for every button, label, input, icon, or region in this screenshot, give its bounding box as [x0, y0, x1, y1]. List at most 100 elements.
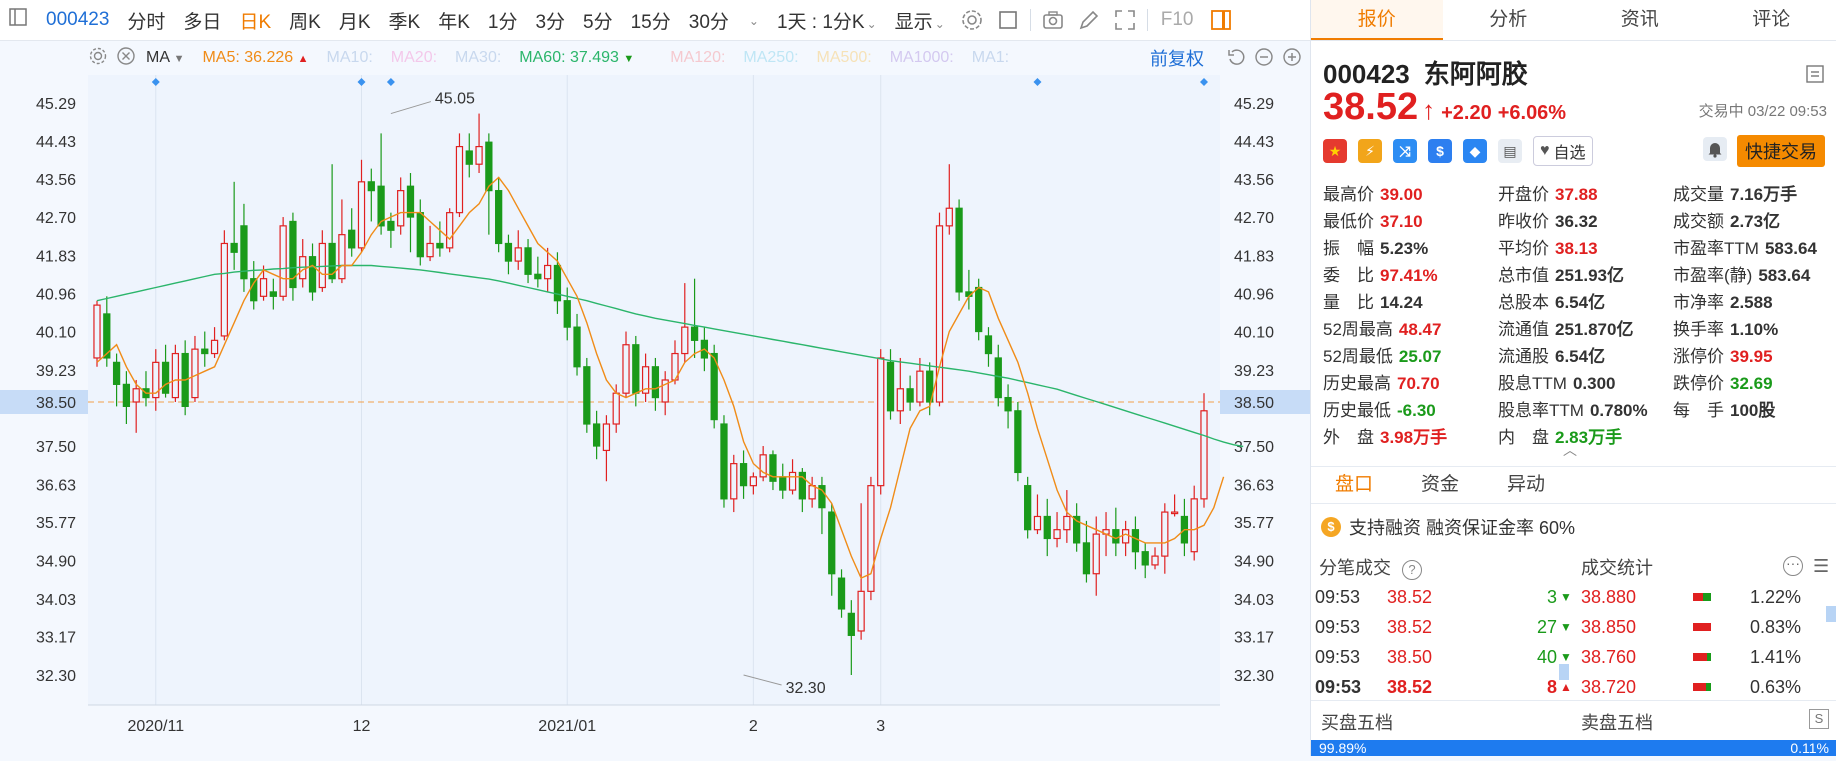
- up-triangle-icon: ▲: [1557, 680, 1575, 694]
- dist-scrollbar[interactable]: [1826, 606, 1836, 622]
- kline-chart[interactable]: 45.2945.2944.4344.4343.5643.5642.7042.70…: [0, 75, 1310, 756]
- period-tab[interactable]: 1分: [479, 7, 527, 34]
- fullscreen-icon[interactable]: [1113, 8, 1137, 32]
- candle-up: [613, 393, 619, 424]
- y-tick-label-left: 35.77: [36, 515, 76, 532]
- ticks-scrollbar[interactable]: [1559, 664, 1569, 680]
- pencil-icon[interactable]: [1077, 8, 1101, 32]
- trade-distribution[interactable]: 38.8801.22%38.8500.83%38.7601.41%38.7200…: [1581, 582, 1831, 702]
- stat-value: 6.54亿: [1555, 347, 1605, 366]
- collapse-stats-icon[interactable]: ︿: [1563, 440, 1577, 460]
- y-tick-label-left: 36.63: [36, 477, 76, 494]
- tick-row: 09:5338.523▼: [1315, 582, 1575, 612]
- ma-indicator-bar: MA ▼ MA5: 36.226 ▲ MA10: MA20: MA30: MA6…: [0, 41, 1220, 75]
- add-watchlist-button[interactable]: ♥自选: [1533, 136, 1593, 166]
- tab-anomaly[interactable]: 异动: [1483, 467, 1569, 503]
- y-tick-label-right: 35.77: [1234, 515, 1274, 532]
- period-tab[interactable]: 年K: [429, 7, 479, 34]
- candle-up: [358, 182, 364, 248]
- y-tick-label-left: 40.96: [36, 287, 76, 304]
- ma5-value: MA5: 36.226 ▲: [202, 49, 308, 67]
- ma-type-dropdown[interactable]: MA ▼: [146, 49, 184, 67]
- tab-analysis[interactable]: 分析: [1443, 0, 1575, 40]
- bookmark-icon[interactable]: ▤: [1498, 139, 1522, 163]
- camera-icon[interactable]: [1041, 8, 1065, 32]
- candle-down: [633, 345, 639, 393]
- menu-icon[interactable]: ☰: [1813, 556, 1829, 577]
- period-tab[interactable]: 月K: [330, 7, 380, 34]
- settings-icon[interactable]: [960, 8, 984, 32]
- y-tick-label-left: 38.50: [36, 395, 76, 412]
- stat-value: 70.70: [1397, 374, 1440, 393]
- stat-value: 97.41%: [1380, 266, 1438, 285]
- period-dropdown[interactable]: 1天 : 1分K⌄: [768, 7, 886, 34]
- candle-down: [163, 362, 169, 393]
- zoom-in-icon[interactable]: [1282, 47, 1302, 72]
- display-dropdown[interactable]: 显示⌄: [886, 7, 954, 34]
- stat-label: 成交额: [1673, 212, 1724, 231]
- period-selector-arrow[interactable]: ⌄: [738, 9, 768, 31]
- stat-cell: 52周最低25.07: [1323, 342, 1498, 369]
- candle-down: [741, 464, 747, 486]
- sidebar-toggle-icon[interactable]: [0, 7, 37, 33]
- candle-down: [1083, 543, 1089, 574]
- tag-icon[interactable]: ◆: [1463, 139, 1487, 163]
- candle-down: [1132, 530, 1138, 552]
- tab-quote[interactable]: 报价: [1311, 0, 1443, 40]
- stock-code-label[interactable]: 000423: [37, 9, 118, 31]
- tick-list[interactable]: 09:5338.523▼09:5338.5227▼09:5338.5040▼09…: [1315, 582, 1575, 702]
- lightning-icon[interactable]: ⚡: [1358, 139, 1382, 163]
- period-tab[interactable]: 周K: [280, 7, 330, 34]
- tab-orderbook[interactable]: 盘口: [1311, 467, 1397, 503]
- fuquan-button[interactable]: 前复权: [1150, 45, 1204, 71]
- zoom-out-icon[interactable]: [1254, 47, 1274, 72]
- period-tab[interactable]: 日K: [230, 7, 280, 34]
- candle-up: [1034, 516, 1040, 529]
- period-tab[interactable]: 30分: [680, 7, 738, 34]
- kline-chart-area[interactable]: 45.2945.2944.4344.4343.5643.5642.7042.70…: [0, 75, 1310, 756]
- shuffle-icon[interactable]: ⤨: [1393, 139, 1417, 163]
- period-tab[interactable]: 15分: [622, 7, 680, 34]
- panel-collapse-icon[interactable]: [1805, 64, 1825, 89]
- stat-value: 583.64: [1765, 239, 1817, 258]
- tab-capital[interactable]: 资金: [1397, 467, 1483, 503]
- expand-icon[interactable]: S: [1809, 709, 1829, 729]
- candle-up: [261, 279, 267, 297]
- candle-down: [1025, 486, 1031, 530]
- bell-icon[interactable]: [1703, 137, 1727, 161]
- stat-value: 37.10: [1380, 212, 1423, 231]
- period-tab[interactable]: 3分: [526, 7, 574, 34]
- candle-down: [466, 151, 472, 164]
- low-annotation-label: 32.30: [786, 680, 826, 697]
- f10-button[interactable]: F10: [1152, 9, 1203, 31]
- help-icon[interactable]: ?: [1402, 560, 1422, 580]
- high-annotation-label: 45.05: [435, 91, 475, 108]
- dollar-icon[interactable]: $: [1428, 139, 1452, 163]
- candle-down: [1113, 530, 1119, 543]
- period-tab[interactable]: 季K: [380, 7, 430, 34]
- period-tab[interactable]: 5分: [574, 7, 622, 34]
- stats-row: 量 比14.24总股本6.54亿市净率2.588: [1323, 288, 1833, 315]
- tab-news[interactable]: 资讯: [1574, 0, 1706, 40]
- stat-cell: 昨收价36.32: [1498, 207, 1673, 234]
- ma-close-icon[interactable]: [116, 46, 136, 71]
- ma-settings-icon[interactable]: [88, 46, 108, 71]
- tick-volume: 3: [1497, 587, 1557, 608]
- tab-comments[interactable]: 评论: [1706, 0, 1836, 40]
- period-tab[interactable]: 多日: [174, 7, 230, 34]
- stat-label: 流通值: [1498, 320, 1549, 339]
- stat-label: 市净率: [1673, 293, 1724, 312]
- stat-label: 历史最低: [1323, 401, 1391, 420]
- panel-toggle-icon[interactable]: [1209, 8, 1233, 32]
- china-flag-icon[interactable]: ★: [1323, 139, 1347, 163]
- layout-square-icon[interactable]: [996, 8, 1020, 32]
- y-tick-label-right: 42.70: [1234, 210, 1274, 227]
- period-tab[interactable]: 分时: [118, 7, 174, 34]
- buy-ratio: 99.89%: [1319, 740, 1366, 756]
- more-icon[interactable]: ···: [1783, 556, 1803, 576]
- candle-down: [388, 221, 394, 230]
- undo-icon[interactable]: [1226, 47, 1246, 72]
- quick-trade-button[interactable]: 快捷交易: [1737, 135, 1825, 167]
- stat-cell: 历史最低-6.30: [1323, 396, 1498, 423]
- y-tick-label-right: 44.43: [1234, 134, 1274, 151]
